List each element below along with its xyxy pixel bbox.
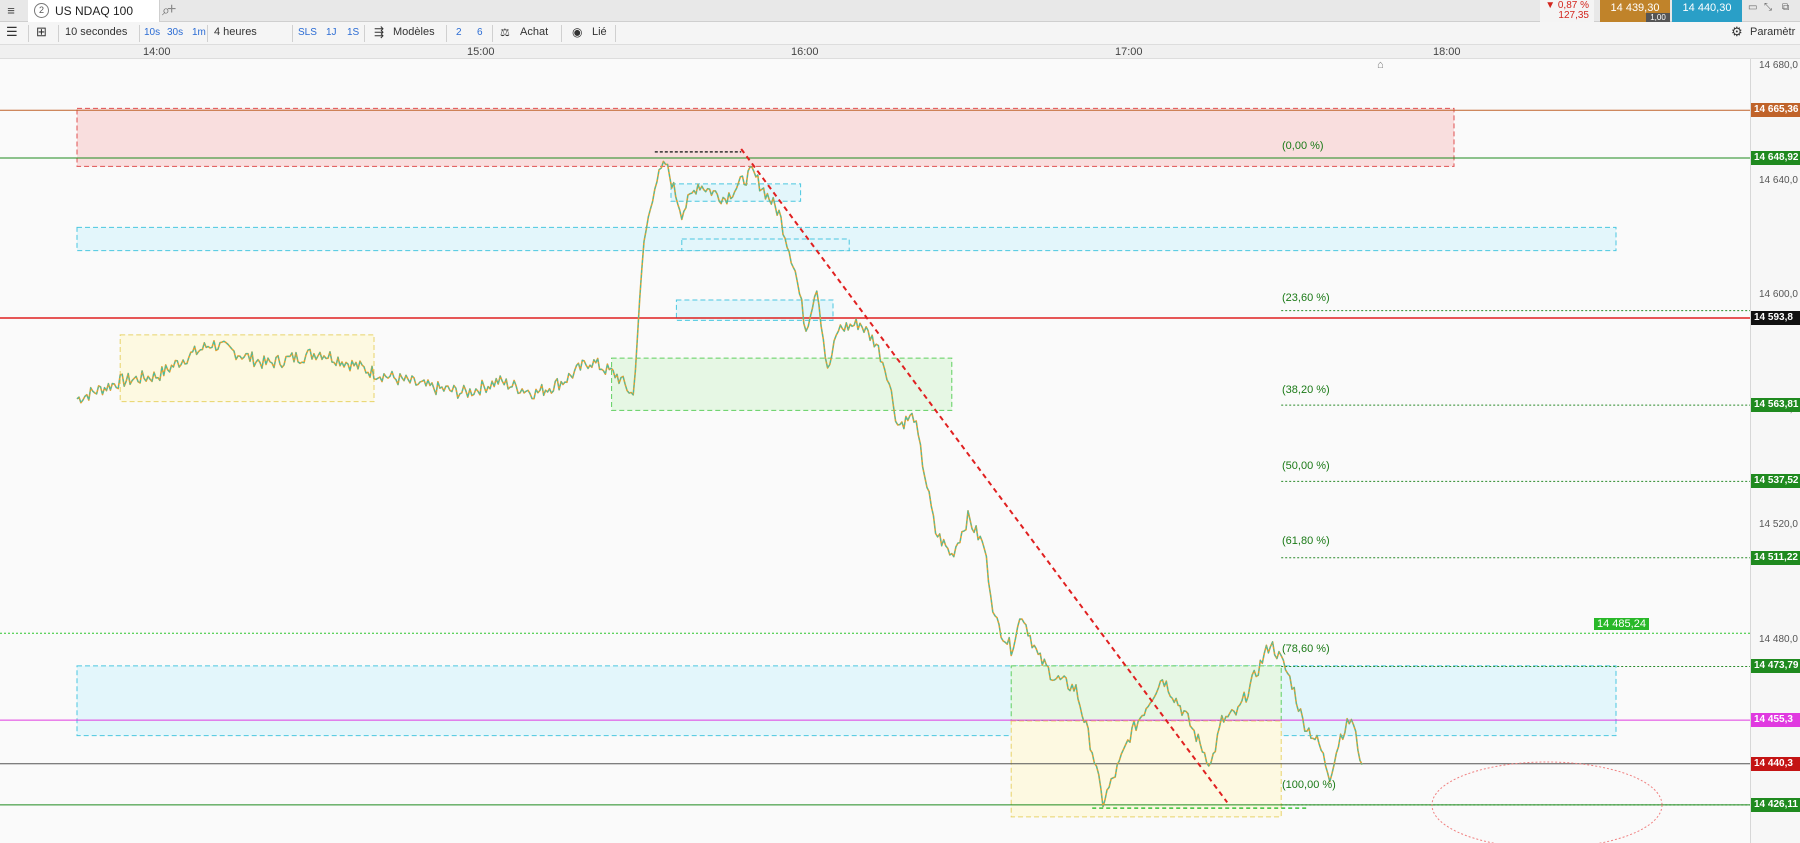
buy-icon[interactable]: ⚖ — [500, 26, 510, 39]
ask-price: 14 440,30 — [1682, 2, 1732, 14]
tab-bar: ≡ 2 US NDAQ 100 ⌕ + ▼ 0,87 % 127,35 14 4… — [0, 0, 1800, 23]
ask-button[interactable]: 14 440,30 — [1672, 0, 1742, 22]
alert-bell-icon[interactable]: ⌂ — [1377, 59, 1384, 71]
fib-label-61-8: (61,80 %) — [1282, 535, 1330, 547]
fib-label-100: (100,00 %) — [1282, 779, 1336, 791]
popout-icon[interactable]: ⧉ — [1782, 2, 1789, 13]
ellipse-annotation — [1431, 761, 1663, 843]
settings-button[interactable]: Paramètr — [1750, 26, 1795, 38]
interval-select[interactable]: 10 secondes — [65, 26, 127, 38]
fib-label-50: (50,00 %) — [1282, 460, 1330, 472]
price-tick: 14 520,0 — [1759, 519, 1798, 530]
time-label: 14:00 — [143, 46, 171, 58]
model-2-button[interactable]: 2 — [456, 27, 462, 38]
zone-green — [611, 357, 953, 411]
change-abs: 127,35 — [1558, 10, 1589, 21]
level-label-14485: 14 485,24 — [1594, 618, 1649, 630]
price-badge: 14 426,11 — [1751, 797, 1800, 812]
price-tick: 14 680,0 — [1759, 60, 1798, 71]
price-badge: 14 648,92 — [1751, 150, 1800, 165]
price-badge: 14 593,8 — [1751, 311, 1800, 325]
price-chart[interactable] — [0, 59, 1750, 843]
period-1s-button[interactable]: 1S — [347, 27, 359, 38]
time-label: 16:00 — [791, 46, 819, 58]
hamburger-icon[interactable]: ≡ — [3, 3, 19, 19]
fib-label-78-6: (78,60 %) — [1282, 643, 1330, 655]
fib-label-23-6: (23,60 %) — [1282, 292, 1330, 304]
chart-area[interactable]: (0,00 %) (23,60 %) (38,20 %) (50,00 %) (… — [0, 59, 1750, 843]
price-badge: 14 665,36 — [1751, 103, 1800, 118]
zone-yellow — [1010, 720, 1282, 818]
price-badge: 14 473,79 — [1751, 659, 1800, 674]
period-1j-button[interactable]: 1J — [326, 27, 337, 38]
gear-icon[interactable]: ⚙ — [1731, 24, 1743, 40]
price-tick: 14 600,0 — [1759, 289, 1798, 300]
interval-1m-button[interactable]: 1m — [192, 27, 206, 38]
change-box: ▼ 0,87 % 127,35 — [1540, 0, 1594, 22]
restore-icon[interactable]: ⤡ — [1764, 2, 1772, 13]
minimize-icon[interactable]: ▭ — [1748, 2, 1757, 13]
tab-us-ndaq-100[interactable]: 2 US NDAQ 100 ⌕ — [28, 0, 170, 22]
price-badge: 14 511,22 — [1751, 550, 1800, 565]
layout-icon[interactable]: ⊞ — [36, 24, 47, 40]
models-button[interactable]: Modèles — [393, 26, 435, 38]
price-badge: 14 563,81 — [1751, 398, 1800, 413]
trading-app: ≡ 2 US NDAQ 100 ⌕ + ▼ 0,87 % 127,35 14 4… — [0, 0, 1800, 843]
list-icon[interactable]: ☰ — [6, 24, 18, 40]
interval-30s-button[interactable]: 30s — [167, 27, 183, 38]
interval-10s-button[interactable]: 10s — [144, 27, 160, 38]
linked-button[interactable]: Lié — [592, 26, 607, 38]
price-tick: 14 480,0 — [1759, 634, 1798, 645]
fib-label-38-2: (38,20 %) — [1282, 384, 1330, 396]
price-badge: 14 455,3 — [1751, 713, 1800, 728]
time-axis: 14:00 15:00 16:00 17:00 18:00 — [0, 45, 1800, 59]
buy-button[interactable]: Achat — [520, 26, 548, 38]
chart-toolbar: ☰ ⊞ 10 secondes 10s 30s 1m 4 heures SLS … — [0, 22, 1800, 45]
zone-cyan — [670, 183, 802, 202]
eye-icon[interactable]: ◉ — [572, 25, 582, 39]
price-badge: 14 537,52 — [1751, 474, 1800, 489]
model-6-button[interactable]: 6 — [477, 27, 483, 38]
plus-icon[interactable]: + — [167, 1, 176, 19]
tab-number: 2 — [34, 3, 49, 18]
price-tick: 14 640,0 — [1759, 175, 1798, 186]
models-icon[interactable]: ⇶ — [374, 25, 384, 39]
zone-cyan — [681, 238, 850, 252]
time-label: 17:00 — [1115, 46, 1143, 58]
price-badge: 14 440,3 — [1751, 756, 1800, 771]
time-label: 18:00 — [1433, 46, 1461, 58]
time-label: 15:00 — [467, 46, 495, 58]
period-sls-button[interactable]: SLS — [298, 27, 317, 38]
bid-price: 14 439,30 — [1610, 2, 1660, 14]
zone-yellow — [119, 334, 375, 403]
period-select[interactable]: 4 heures — [214, 26, 257, 38]
price-axis[interactable]: 14 680,0 14 640,0 14 600,0 14 560,0 14 5… — [1750, 59, 1800, 843]
tab-title: US NDAQ 100 — [55, 4, 134, 18]
zone-cyan — [76, 665, 1617, 737]
fib-label-0: (0,00 %) — [1282, 140, 1324, 152]
